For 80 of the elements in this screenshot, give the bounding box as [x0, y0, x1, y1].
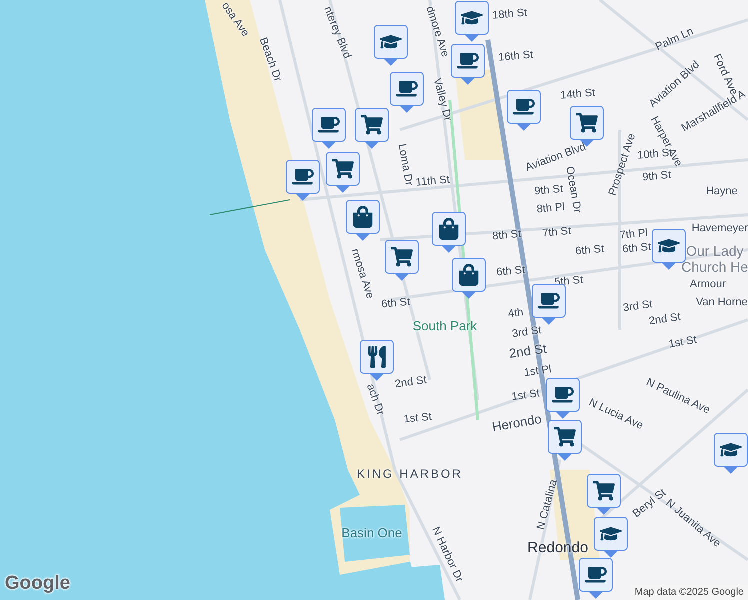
- map-label: 9th St: [642, 170, 672, 184]
- map-marker[interactable]: [432, 212, 466, 253]
- google-logo: Google: [5, 572, 70, 596]
- map-label: 14th St: [560, 88, 596, 102]
- map-marker[interactable]: [507, 90, 541, 131]
- map-label: Basin One: [342, 526, 402, 540]
- shopping-bag-icon: [458, 264, 480, 286]
- map-label: 3rd St: [622, 300, 654, 314]
- map-label: 2nd St: [394, 375, 428, 391]
- map-label: 1st St: [511, 388, 541, 404]
- shopping-cart-icon: [554, 426, 576, 448]
- map-marker[interactable]: [452, 258, 486, 299]
- map-label: Redondo: [528, 540, 588, 556]
- map-label: N Catalina: [536, 478, 560, 532]
- shopping-cart-icon: [361, 114, 383, 136]
- shopping-cart-icon: [593, 480, 615, 502]
- map-marker[interactable]: [451, 44, 485, 85]
- shopping-bag-icon: [438, 218, 460, 240]
- shopping-cart-icon: [332, 158, 354, 180]
- map-label: 2nd St: [508, 342, 548, 360]
- map-label: Our Lady: [686, 244, 744, 258]
- map-marker[interactable]: [385, 240, 419, 281]
- map-label: Hayne: [706, 186, 738, 198]
- map-label: rmosa Ave: [348, 248, 376, 300]
- map-marker[interactable]: [326, 152, 360, 193]
- map-marker[interactable]: [374, 25, 408, 66]
- map-marker[interactable]: [579, 558, 613, 599]
- map-label: nterey Blvd: [322, 5, 352, 61]
- map-label: 6th St: [496, 265, 526, 279]
- map-marker[interactable]: [455, 1, 489, 42]
- map-label: osa Ave: [219, 0, 251, 40]
- map-label: 6th St: [622, 242, 652, 256]
- map-label: ach Dr: [364, 382, 386, 418]
- fork-knife-icon: [366, 346, 388, 368]
- map-label: 6th St: [575, 244, 605, 258]
- shopping-bag-icon: [352, 206, 374, 228]
- map-marker[interactable]: [360, 340, 394, 381]
- map-marker[interactable]: [286, 160, 320, 201]
- map-label: 7th St: [542, 226, 572, 240]
- map-marker[interactable]: [546, 378, 580, 419]
- map-marker[interactable]: [594, 517, 628, 558]
- map-label: 1st St: [404, 412, 432, 426]
- map-label: 6th St: [381, 297, 411, 311]
- map-label: 11th St: [416, 175, 450, 189]
- map-marker[interactable]: [548, 420, 582, 461]
- map-label: 8th St: [492, 229, 522, 243]
- map-marker[interactable]: [587, 474, 621, 515]
- map-label: Armour: [690, 280, 726, 290]
- map-marker[interactable]: [390, 72, 424, 113]
- harbor-water: [340, 505, 410, 562]
- map-label: Herondo: [491, 412, 543, 434]
- map-label: 4th: [508, 308, 524, 320]
- map-label: Valley Dr: [431, 77, 453, 123]
- map-label: South Park: [412, 320, 478, 332]
- map-label: 18th St: [492, 8, 528, 22]
- map-label: Palm Ln: [654, 26, 696, 54]
- map-marker[interactable]: [532, 284, 566, 325]
- map-label: Beach Dr: [257, 36, 283, 84]
- map-marker[interactable]: [346, 200, 380, 241]
- map-label: 9th St: [534, 184, 564, 198]
- map-marker[interactable]: [355, 108, 389, 149]
- map-label: Ocean Dr: [564, 166, 582, 214]
- map-label: 2nd St: [648, 312, 682, 328]
- map-label: Havemeyer: [692, 224, 748, 234]
- map-label: 3rd St: [512, 326, 542, 340]
- map-label: Church He: [682, 260, 748, 274]
- map-label: 1st St: [668, 335, 698, 351]
- map-label: N Lucia Ave: [587, 398, 645, 432]
- map-label: 16th St: [498, 50, 534, 64]
- map-marker[interactable]: [312, 108, 346, 149]
- map-label: KING HARBOR: [357, 468, 463, 480]
- map-label: 7th Pl: [620, 228, 648, 242]
- map-label: Loma Dr: [396, 143, 414, 187]
- map-marker[interactable]: [714, 433, 748, 474]
- map-label: Van Horne: [696, 298, 748, 308]
- map-label: dmore Ave: [424, 5, 450, 59]
- shopping-cart-icon: [576, 112, 598, 134]
- shopping-cart-icon: [391, 246, 413, 268]
- map-label: 8th Pl: [536, 202, 566, 216]
- map-label: 1st Pl: [524, 364, 552, 380]
